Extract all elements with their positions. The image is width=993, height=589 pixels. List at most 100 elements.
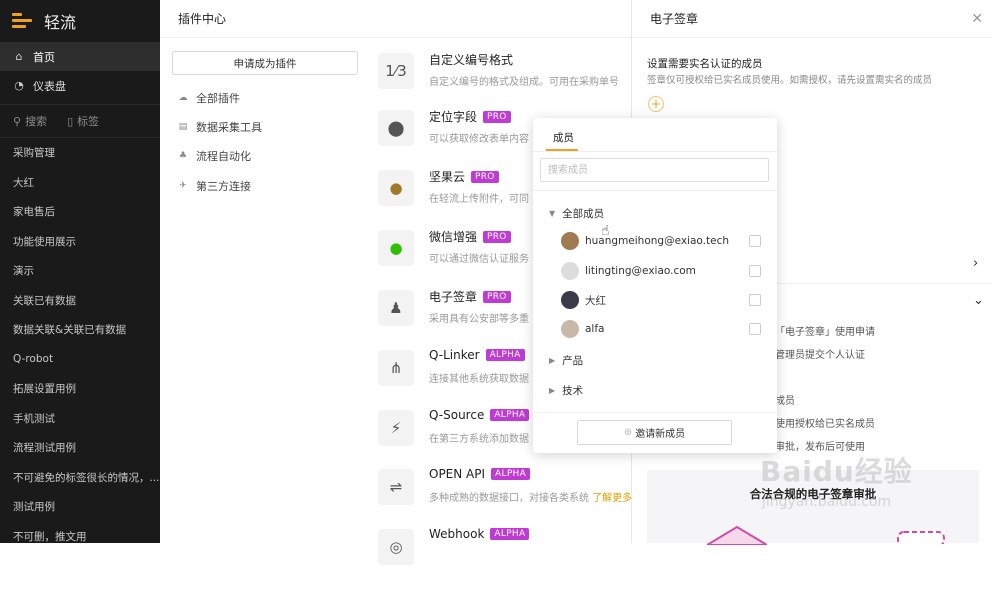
plugin-name-row: Webhook ALPHA — [429, 527, 530, 541]
category-item[interactable]: ♣ 流程自动化 — [178, 148, 251, 164]
group-label: 全部成员 — [562, 208, 605, 220]
plus-circle-icon: ⊕ — [623, 427, 633, 438]
member-item[interactable]: alfa — [561, 319, 767, 339]
plan-badge: PRO — [483, 290, 511, 303]
member-checkbox[interactable] — [749, 235, 761, 247]
invite-member-button[interactable]: ⊕ 邀请新成员 — [577, 420, 732, 445]
sidebar-item[interactable]: 不可删，推文用 — [0, 522, 160, 544]
member-checkbox[interactable] — [749, 323, 761, 335]
nut-cloud-icon: ● — [378, 170, 414, 206]
plugin-desc-text: 在第三方系统添加数据 — [429, 434, 529, 445]
stamp-icon: ♟ — [378, 290, 414, 326]
sidebar-tags[interactable]: ▯ 标签 — [67, 113, 99, 129]
member-search-input[interactable] — [540, 158, 769, 182]
caret-right-icon: ▶ — [549, 386, 556, 395]
sidebar-item[interactable]: 关联已有数据 — [0, 286, 160, 316]
divider — [533, 151, 777, 152]
plan-badge: ALPHA — [491, 468, 531, 480]
card-illustration — [707, 525, 767, 545]
cloud-icon: ☁ — [178, 93, 188, 103]
plugin-center-title: 插件中心 — [160, 0, 631, 38]
member-name: litingting@exiao.com — [585, 265, 696, 277]
member-item[interactable]: 大红 — [561, 290, 767, 310]
category-label: 数据采集工具 — [196, 121, 262, 134]
hand-cursor-icon: ☝ — [601, 223, 610, 239]
member-checkbox[interactable] — [749, 294, 761, 306]
nav-dashboard[interactable]: ◔ 仪表盘 — [0, 71, 160, 100]
plugin-name: 电子签章 — [429, 290, 478, 304]
apply-plugin-button[interactable]: 申请成为插件 — [172, 51, 358, 75]
category-item[interactable]: ▤ 数据采集工具 — [178, 119, 262, 135]
sidebar-item[interactable]: 数据关联&关联已有数据 — [0, 315, 160, 345]
plug-icon: ⚡ — [378, 410, 414, 446]
group-all-members[interactable]: ▼ 全部成员 — [549, 206, 604, 221]
sidebar-item[interactable]: 手机测试 — [0, 404, 160, 434]
add-member-button[interactable]: + — [648, 96, 664, 112]
avatar — [561, 320, 579, 338]
plugin-name-row: Q-Source ALPHA — [429, 408, 530, 422]
logo-text: 轻流 — [44, 13, 77, 32]
plugin-desc-text: 多种成熟的数据接口，对接各类系统 — [429, 493, 589, 504]
sidebar-item[interactable]: 家电售后 — [0, 197, 160, 227]
tab-members[interactable]: 成员 — [553, 130, 574, 145]
sidebar-search-row: ⚲ 搜索 ▯ 标签 — [0, 104, 160, 138]
member-item[interactable]: litingting@exiao.com — [561, 261, 767, 281]
nav-dashboard-label: 仪表盘 — [33, 79, 66, 93]
plugin-item[interactable]: ◎ Webhook ALPHA — [378, 527, 638, 589]
plugin-name-row: 微信增强 PRO — [429, 228, 511, 245]
plugin-name: 微信增强 — [429, 230, 478, 244]
section-title: 设置需要实名认证的成员 — [647, 58, 763, 70]
learn-more-link[interactable]: 了解更多 — [592, 493, 632, 504]
sidebar-item[interactable]: 不可避免的标签很长的情况，... — [0, 463, 160, 493]
group-tech[interactable]: ▶ 技术 — [549, 383, 583, 398]
avatar — [561, 262, 579, 280]
member-picker-dropdown: 成员 ▼ 全部成员 huangmeihong@exiao.tech litingt… — [533, 118, 777, 453]
close-icon[interactable]: ✕ — [971, 11, 983, 27]
group-product[interactable]: ▶ 产品 — [549, 353, 583, 368]
category-label: 第三方连接 — [196, 180, 251, 193]
plugin-name: Q-Source — [429, 408, 485, 422]
category-label: 流程自动化 — [196, 150, 251, 163]
plugin-desc: 多种成熟的数据接口，对接各类系统 了解更多 — [429, 489, 644, 504]
tag-icon: ▯ — [67, 114, 74, 128]
sidebar-search[interactable]: ⚲ 搜索 — [13, 113, 47, 129]
dashboard-icon: ◔ — [14, 79, 24, 92]
sidebar-item[interactable]: 大红 — [0, 168, 160, 198]
plugin-name: 自定义编号格式 — [429, 53, 514, 67]
plugin-name-row: 自定义编号格式 — [429, 51, 513, 68]
sidebar-item[interactable]: 流程测试用例 — [0, 433, 160, 463]
chevron-down-icon[interactable]: ⌄ — [973, 293, 984, 308]
avatar — [561, 291, 579, 309]
plugin-item[interactable]: 1⁄3 自定义编号格式 自定义编号的格式及组成。可用在采购单号 — [378, 53, 638, 113]
category-label: 全部插件 — [196, 92, 240, 105]
number-format-icon: 1⁄3 — [378, 53, 414, 89]
step-line: 成员 — [775, 396, 795, 407]
plan-badge: ALPHA — [490, 528, 530, 540]
sidebar-item[interactable]: 拓展设置用例 — [0, 374, 160, 404]
plugin-name-row: 坚果云 PRO — [429, 168, 499, 185]
member-item[interactable]: huangmeihong@exiao.tech — [561, 231, 767, 251]
sidebar-item[interactable]: 功能使用展示 — [0, 227, 160, 257]
flow-icon: ♣ — [178, 151, 188, 161]
app-logo[interactable]: 轻流 — [0, 0, 160, 42]
member-checkbox[interactable] — [749, 265, 761, 277]
plugin-item[interactable]: ⇌ OPEN API ALPHA 多种成熟的数据接口，对接各类系统 了解更多 — [378, 467, 638, 529]
nav-home-label: 首页 — [33, 50, 55, 64]
sidebar-item[interactable]: 演示 — [0, 256, 160, 286]
webhook-icon: ◎ — [378, 529, 414, 565]
plugin-name: Webhook — [429, 527, 485, 541]
plan-badge: ALPHA — [490, 409, 530, 421]
wechat-icon: ● — [378, 230, 414, 266]
step-line: 「电子签章」使用申请 — [775, 327, 875, 338]
chevron-right-icon[interactable]: › — [973, 256, 978, 271]
feature-card: 合法合规的电子签章审批 — [647, 470, 979, 545]
step-line: 审批，发布后可使用 — [775, 442, 865, 453]
plugin-desc-text: 采用具有公安部等多重 — [429, 314, 529, 325]
category-item[interactable]: ✈ 第三方连接 — [178, 178, 251, 194]
category-item[interactable]: ☁ 全部插件 — [178, 90, 241, 106]
sidebar-item[interactable]: 采购管理 — [0, 138, 160, 168]
sidebar-item[interactable]: Q-robot — [0, 345, 160, 375]
sidebar-item[interactable]: 测试用例 — [0, 492, 160, 522]
divider — [533, 190, 777, 191]
nav-home[interactable]: ⌂ 首页 — [0, 42, 160, 71]
